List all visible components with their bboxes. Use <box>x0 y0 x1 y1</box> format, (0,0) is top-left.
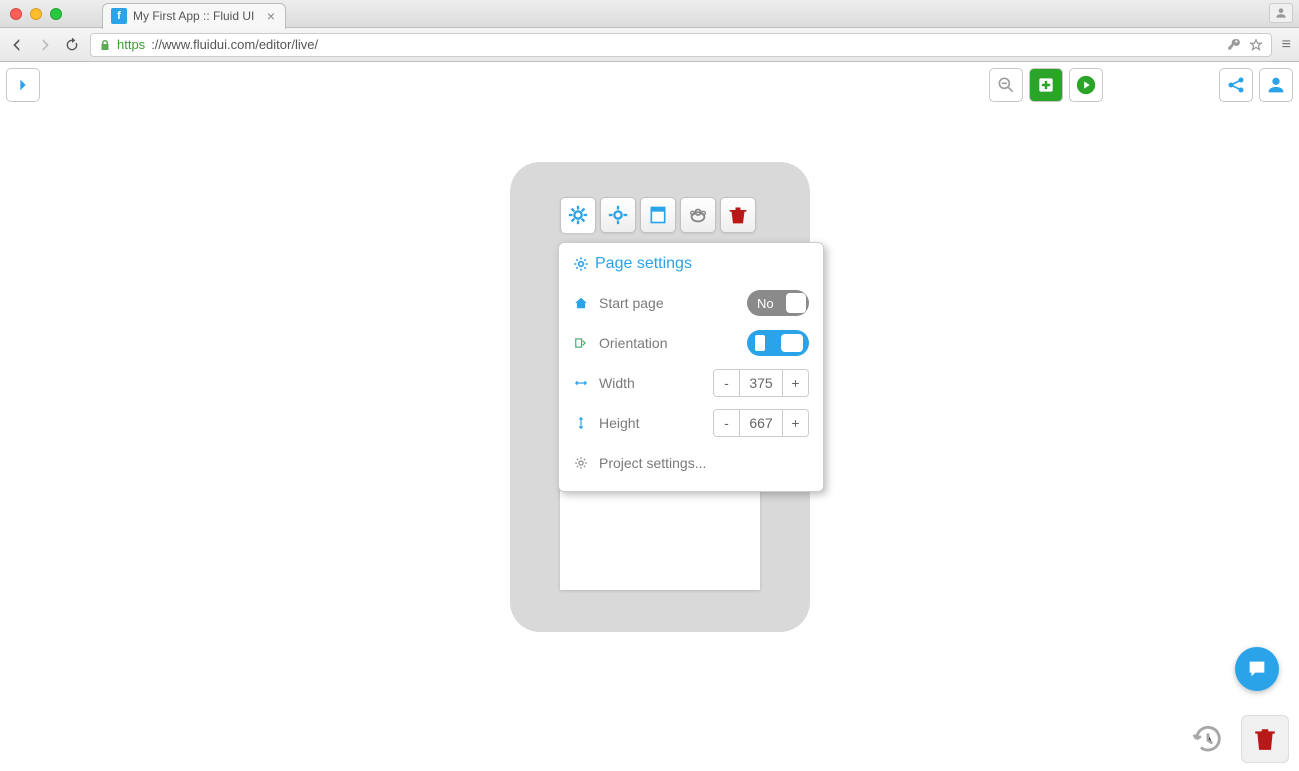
window-minimize-button[interactable] <box>30 8 42 20</box>
add-page-button[interactable] <box>1029 68 1063 102</box>
chevron-right-icon <box>15 77 31 93</box>
user-icon <box>1274 6 1288 20</box>
row-width: Width - + <box>573 363 809 403</box>
width-decrement[interactable]: - <box>714 370 740 396</box>
orientation-landscape <box>781 334 803 352</box>
url-path: ://www.fluidui.com/editor/live/ <box>151 37 318 52</box>
reload-icon <box>64 37 80 53</box>
row-start-page: Start page No <box>573 283 809 323</box>
page-delete-button[interactable] <box>720 197 756 233</box>
popover-title-text: Page settings <box>595 255 692 273</box>
page-toolbar <box>560 197 756 233</box>
sidebar-toggle-button[interactable] <box>6 68 40 102</box>
url-input[interactable]: https ://www.fluidui.com/editor/live/ <box>90 33 1272 57</box>
popover-title: Page settings <box>573 255 809 273</box>
chat-icon <box>1246 658 1268 680</box>
account-button[interactable] <box>1259 68 1293 102</box>
home-icon <box>573 296 589 310</box>
row-project-settings[interactable]: Project settings... <box>573 443 809 483</box>
page-clone-button[interactable] <box>680 197 716 233</box>
width-increment[interactable]: + <box>782 370 808 396</box>
page-notes-button[interactable] <box>640 197 676 233</box>
nav-forward-button[interactable] <box>36 36 54 54</box>
history-icon <box>1191 722 1225 756</box>
orientation-toggle[interactable] <box>747 330 809 356</box>
page-icon <box>648 205 668 225</box>
browser-tab[interactable]: f My First App :: Fluid UI × <box>102 3 286 29</box>
orientation-portrait <box>755 335 765 351</box>
tab-close-icon[interactable]: × <box>267 8 275 24</box>
row-height: Height - + <box>573 403 809 443</box>
window-close-button[interactable] <box>10 8 22 20</box>
gear-icon <box>573 456 589 470</box>
arrow-left-icon <box>8 36 26 54</box>
toggle-knob <box>786 293 806 313</box>
trash-icon <box>728 205 748 225</box>
width-icon <box>573 376 589 390</box>
bottom-right-tools <box>1191 715 1289 763</box>
titlebar: f My First App :: Fluid UI × <box>0 0 1299 28</box>
height-input[interactable] <box>740 410 782 436</box>
project-settings-label: Project settings... <box>599 455 809 471</box>
height-stepper: - + <box>713 409 809 437</box>
trash-icon <box>1252 726 1278 752</box>
play-icon <box>1075 74 1097 96</box>
share-icon <box>1226 75 1246 95</box>
traffic-lights <box>10 8 62 20</box>
zoom-out-button[interactable] <box>989 68 1023 102</box>
arrow-right-icon <box>36 36 54 54</box>
page-settings-popover: Page settings Start page No Orientation <box>558 242 824 492</box>
play-button[interactable] <box>1069 68 1103 102</box>
url-https: https <box>117 37 145 52</box>
browser-chrome: f My First App :: Fluid UI × https ://www… <box>0 0 1299 62</box>
width-input[interactable] <box>740 370 782 396</box>
top-toolbar <box>989 68 1293 102</box>
height-decrement[interactable]: - <box>714 410 740 436</box>
help-button[interactable] <box>1235 647 1279 691</box>
address-bar: https ://www.fluidui.com/editor/live/ ≡ <box>0 28 1299 62</box>
start-page-toggle[interactable]: No <box>747 290 809 316</box>
gear-icon <box>567 204 589 226</box>
width-stepper: - + <box>713 369 809 397</box>
history-button[interactable] <box>1191 722 1225 756</box>
row-orientation: Orientation <box>573 323 809 363</box>
zoom-out-icon <box>996 75 1016 95</box>
key-icon[interactable] <box>1227 38 1241 52</box>
width-label: Width <box>599 375 703 391</box>
share-button[interactable] <box>1219 68 1253 102</box>
height-icon <box>573 416 589 430</box>
plus-icon <box>1036 75 1056 95</box>
reload-button[interactable] <box>64 37 80 53</box>
nav-back-button[interactable] <box>8 36 26 54</box>
orientation-icon <box>573 336 589 350</box>
page-preview-button[interactable] <box>600 197 636 233</box>
tab-title: My First App :: Fluid UI <box>133 9 254 23</box>
gear-icon <box>573 256 589 272</box>
height-increment[interactable]: + <box>782 410 808 436</box>
sheep-icon <box>687 204 709 226</box>
lock-icon <box>99 39 111 51</box>
orientation-label: Orientation <box>599 335 737 351</box>
page-settings-button[interactable] <box>560 197 596 233</box>
star-icon[interactable] <box>1249 38 1263 52</box>
gear-icon <box>607 204 629 226</box>
chrome-profile-button[interactable] <box>1269 3 1293 23</box>
trash-button[interactable] <box>1241 715 1289 763</box>
app-canvas[interactable]: Page settings Start page No Orientation <box>0 62 1299 771</box>
toggle-text: No <box>757 296 774 311</box>
window-zoom-button[interactable] <box>50 8 62 20</box>
tab-favicon: f <box>111 8 127 24</box>
chrome-menu-button[interactable]: ≡ <box>1282 36 1291 54</box>
height-label: Height <box>599 415 703 431</box>
user-icon <box>1265 74 1287 96</box>
start-page-label: Start page <box>599 295 737 311</box>
